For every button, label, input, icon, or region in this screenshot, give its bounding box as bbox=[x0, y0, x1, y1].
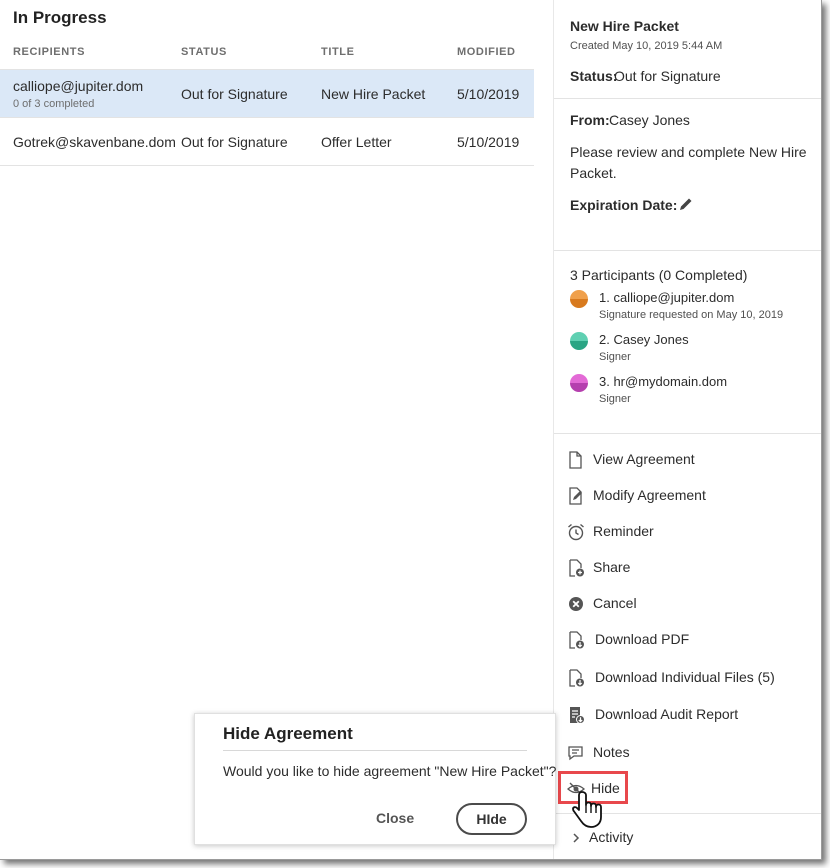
progress-cell: 0 of 3 completed bbox=[13, 98, 95, 110]
table-row[interactable]: Gotrek@skavenbane.dom Out for Signature … bbox=[0, 118, 534, 166]
participant-role: Signature requested on May 10, 2019 bbox=[599, 309, 784, 321]
recipient-cell: calliope@jupiter.dom bbox=[13, 78, 144, 94]
expiration-label: Expiration Date: bbox=[570, 197, 678, 213]
page-title: In Progress bbox=[13, 8, 107, 27]
dialog-divider bbox=[223, 750, 527, 751]
title-cell: New Hire Packet bbox=[321, 86, 426, 102]
modified-cell: 5/10/2019 bbox=[457, 86, 520, 102]
document-icon bbox=[569, 451, 582, 469]
view-agreement-label: View Agreement bbox=[593, 451, 695, 467]
status-label: Status: bbox=[570, 68, 618, 84]
column-header-title[interactable]: TITLE bbox=[321, 46, 355, 58]
participant-name: 1. calliope@jupiter.dom bbox=[599, 290, 735, 305]
agreement-details-panel: New Hire Packet Created May 10, 2019 5:4… bbox=[553, 0, 821, 859]
download-audit-report-action[interactable]: Download Audit Report bbox=[566, 703, 816, 727]
reminder-action[interactable]: Reminder bbox=[566, 520, 816, 544]
participant-role: Signer bbox=[599, 351, 631, 363]
avatar-bottom bbox=[570, 383, 588, 392]
avatar-bottom bbox=[570, 299, 588, 308]
pencil-icon[interactable] bbox=[678, 196, 694, 212]
agreement-name: New Hire Packet bbox=[570, 18, 679, 34]
alarm-clock-icon bbox=[568, 523, 584, 541]
from-label: From: bbox=[570, 112, 610, 128]
download-individual-files-action[interactable]: Download Individual Files (5) bbox=[566, 666, 816, 690]
title-cell: Offer Letter bbox=[321, 134, 392, 150]
modified-cell: 5/10/2019 bbox=[457, 134, 520, 150]
participants-header: 3 Participants (0 Completed) bbox=[570, 267, 748, 283]
dialog-message: Would you like to hide agreement "New Hi… bbox=[223, 763, 557, 779]
section-divider bbox=[554, 250, 821, 251]
section-divider bbox=[554, 433, 821, 434]
document-edit-icon bbox=[569, 487, 582, 505]
share-action[interactable]: Share bbox=[566, 556, 816, 580]
reminder-label: Reminder bbox=[593, 523, 654, 539]
download-files-icon bbox=[569, 669, 584, 687]
message-line-1: Please review and complete New Hire bbox=[570, 144, 807, 160]
participant-name: 3. hr@mydomain.dom bbox=[599, 374, 728, 389]
notes-icon bbox=[568, 746, 583, 761]
hide-confirm-button[interactable]: HIde bbox=[456, 803, 527, 835]
column-header-modified[interactable]: MODIFIED bbox=[457, 46, 516, 58]
activity-label: Activity bbox=[589, 829, 634, 845]
avatar-top bbox=[570, 332, 588, 341]
participant-name: 2. Casey Jones bbox=[599, 332, 689, 347]
download-pdf-label: Download PDF bbox=[595, 631, 690, 647]
status-cell: Out for Signature bbox=[181, 134, 288, 150]
avatar-top bbox=[570, 290, 588, 299]
chevron-right-icon bbox=[573, 833, 580, 843]
table-row[interactable]: calliope@jupiter.dom 0 of 3 completed Ou… bbox=[0, 70, 534, 118]
view-agreement-action[interactable]: View Agreement bbox=[566, 448, 816, 472]
section-divider bbox=[554, 98, 821, 99]
status-cell: Out for Signature bbox=[181, 86, 288, 102]
share-label: Share bbox=[593, 559, 631, 575]
column-header-status[interactable]: STATUS bbox=[181, 46, 227, 58]
close-button[interactable]: Close bbox=[376, 810, 414, 826]
download-pdf-action[interactable]: Download PDF bbox=[566, 628, 816, 652]
message-line-2: Packet. bbox=[570, 165, 617, 181]
status-value: Out for Signature bbox=[614, 68, 721, 84]
audit-report-icon bbox=[570, 707, 585, 724]
dialog-title: Hide Agreement bbox=[223, 724, 353, 743]
column-header-recipients[interactable]: RECIPIENTS bbox=[13, 46, 85, 58]
avatar bbox=[570, 290, 588, 308]
download-pdf-icon bbox=[569, 631, 584, 649]
avatar bbox=[570, 374, 588, 392]
download-audit-report-label: Download Audit Report bbox=[595, 706, 739, 722]
hand-pointer-cursor-icon bbox=[572, 791, 602, 828]
participant-role: Signer bbox=[599, 393, 631, 405]
modify-agreement-action[interactable]: Modify Agreement bbox=[566, 484, 816, 508]
avatar bbox=[570, 332, 588, 350]
app-window: In Progress RECIPIENTS STATUS TITLE MODI… bbox=[0, 0, 822, 860]
hide-agreement-dialog: Hide Agreement Would you like to hide ag… bbox=[194, 713, 556, 845]
cancel-action[interactable]: Cancel bbox=[566, 592, 816, 616]
recipient-cell: Gotrek@skavenbane.dom bbox=[13, 134, 176, 150]
cancel-circle-icon bbox=[569, 597, 583, 611]
modify-agreement-label: Modify Agreement bbox=[593, 487, 706, 503]
created-date: Created May 10, 2019 5:44 AM bbox=[570, 40, 723, 52]
avatar-bottom bbox=[570, 341, 588, 350]
share-document-icon bbox=[569, 559, 584, 577]
download-individual-files-label: Download Individual Files (5) bbox=[595, 669, 775, 685]
avatar-top bbox=[570, 374, 588, 383]
cancel-label: Cancel bbox=[593, 595, 637, 611]
notes-action[interactable]: Notes bbox=[566, 741, 816, 765]
notes-label: Notes bbox=[593, 744, 630, 760]
from-value: Casey Jones bbox=[609, 112, 690, 128]
